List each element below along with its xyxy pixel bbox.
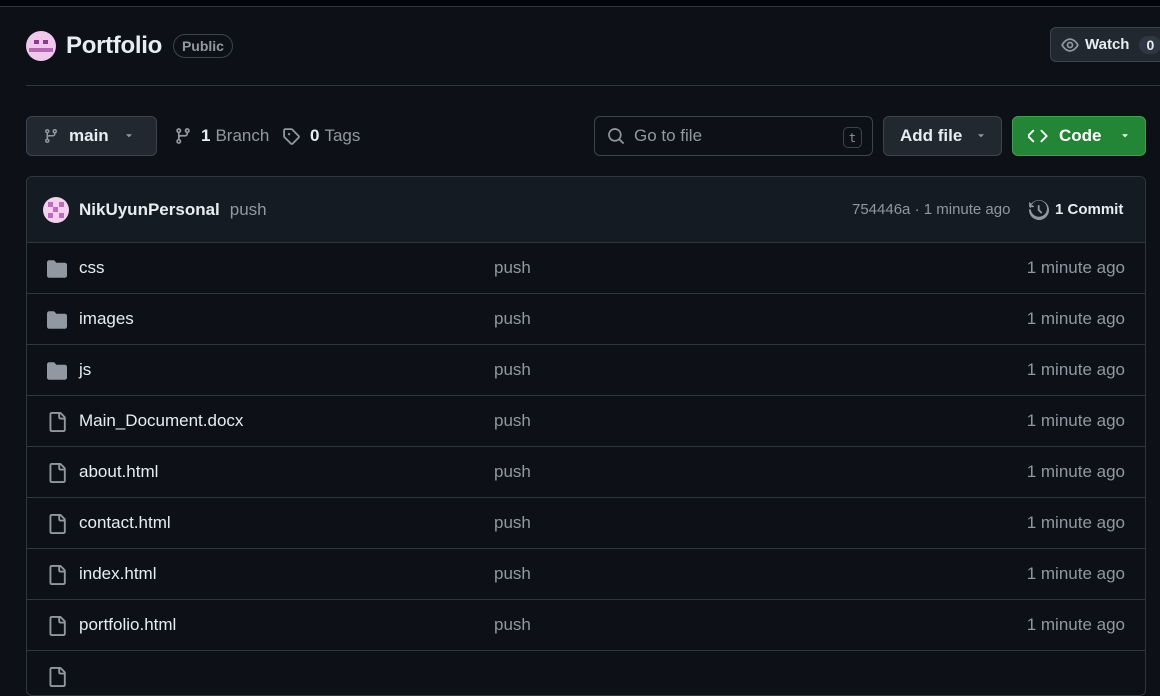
file-row[interactable]: images push 1 minute ago <box>27 294 1145 345</box>
file-name[interactable]: js <box>79 360 91 380</box>
add-file-button[interactable]: Add file <box>883 116 1002 156</box>
eye-icon <box>1061 37 1079 52</box>
file-row[interactable]: Main_Document.docx push 1 minute ago <box>27 396 1145 447</box>
branch-count: 1 <box>201 126 211 145</box>
commit-author[interactable]: NikUyunPersonal <box>79 200 220 220</box>
file-row[interactable]: css push 1 minute ago <box>27 243 1145 294</box>
file-commit-message[interactable]: push <box>494 615 531 635</box>
folder-icon <box>47 310 67 335</box>
history-icon <box>1029 199 1049 220</box>
author-avatar[interactable] <box>43 196 69 223</box>
commit-hash-time[interactable]: 754446a · 1 minute ago <box>852 201 1010 218</box>
file-row[interactable]: about.html push 1 minute ago <box>27 447 1145 498</box>
search-icon <box>608 128 624 144</box>
search-shortcut-key: t <box>843 127 862 148</box>
go-to-file-search[interactable]: t <box>594 116 873 156</box>
branch-name: main <box>69 126 109 145</box>
caret-down-icon <box>978 134 985 138</box>
file-name[interactable]: index.html <box>79 564 156 584</box>
watch-button[interactable]: Watch 0 <box>1050 27 1160 62</box>
header-divider <box>26 85 1160 86</box>
file-commit-message[interactable]: push <box>494 258 531 278</box>
file-name[interactable]: about.html <box>79 462 158 482</box>
folder-icon <box>47 259 67 284</box>
repo-owner-avatar[interactable] <box>26 31 56 61</box>
file-row[interactable]: contact.html push 1 minute ago <box>27 498 1145 549</box>
file-commit-time: 1 minute ago <box>1026 564 1125 583</box>
code-label: Code <box>1059 126 1102 145</box>
file-commit-time: 1 minute ago <box>1026 615 1125 634</box>
commit-history-link[interactable]: 1 Commit <box>1029 199 1124 220</box>
tag-count: 0 <box>310 126 320 145</box>
file-commit-message[interactable]: push <box>494 360 531 380</box>
branch-icon <box>176 128 190 144</box>
commit-message[interactable]: push <box>230 200 267 220</box>
caret-down-icon <box>125 134 132 138</box>
tags-link[interactable]: 0 Tags <box>282 116 360 156</box>
file-commit-time: 1 minute ago <box>1026 462 1125 481</box>
commit-count-label: 1 Commit <box>1055 201 1124 218</box>
file-commit-time: 1 minute ago <box>1026 411 1125 430</box>
caret-down-icon <box>1121 134 1128 138</box>
file-commit-message[interactable]: push <box>494 513 531 533</box>
file-icon <box>47 667 67 692</box>
file-icon <box>47 565 67 590</box>
add-file-label: Add file <box>900 126 963 145</box>
file-commit-time: 1 minute ago <box>1026 360 1125 379</box>
file-icon <box>47 412 67 437</box>
file-row[interactable]: portfolio.html push 1 minute ago <box>27 600 1145 651</box>
file-commit-message[interactable]: push <box>494 564 531 584</box>
search-input[interactable] <box>634 126 834 146</box>
file-icon <box>47 463 67 488</box>
file-commit-time: 1 minute ago <box>1026 513 1125 532</box>
file-commit-time: 1 minute ago <box>1026 258 1125 277</box>
file-commit-message[interactable]: push <box>494 309 531 329</box>
visibility-badge: Public <box>172 34 233 58</box>
watch-count: 0 <box>1139 35 1160 54</box>
repo-header: Portfolio Public <box>26 28 233 64</box>
file-name[interactable]: css <box>79 258 105 278</box>
repo-name[interactable]: Portfolio <box>66 32 162 60</box>
branch-label: Branch <box>215 126 270 145</box>
file-name[interactable]: contact.html <box>79 513 171 533</box>
file-row[interactable]: index.html push 1 minute ago <box>27 549 1145 600</box>
watch-label: Watch <box>1085 36 1130 53</box>
file-name[interactable]: portfolio.html <box>79 615 176 635</box>
file-name[interactable]: images <box>79 309 134 329</box>
top-nav-edge <box>0 0 1160 7</box>
file-table: NikUyunPersonal push 754446a · 1 minute … <box>26 176 1146 696</box>
latest-commit-bar: NikUyunPersonal push 754446a · 1 minute … <box>27 177 1145 243</box>
file-icon <box>47 514 67 539</box>
file-commit-message[interactable]: push <box>494 462 531 482</box>
file-row[interactable]: js push 1 minute ago <box>27 345 1145 396</box>
file-icon <box>47 616 67 641</box>
code-button[interactable]: Code <box>1012 116 1146 156</box>
tag-label: Tags <box>324 126 361 145</box>
file-commit-time: 1 minute ago <box>1026 309 1125 328</box>
file-name[interactable]: Main_Document.docx <box>79 411 243 431</box>
branch-selector[interactable]: main <box>26 116 157 156</box>
branch-icon <box>45 128 57 144</box>
file-row[interactable] <box>27 651 1145 695</box>
code-icon <box>1028 129 1048 143</box>
file-commit-message[interactable]: push <box>494 411 531 431</box>
tag-icon <box>283 127 300 145</box>
folder-icon <box>47 361 67 386</box>
branches-link[interactable]: 1 Branch <box>174 116 269 156</box>
